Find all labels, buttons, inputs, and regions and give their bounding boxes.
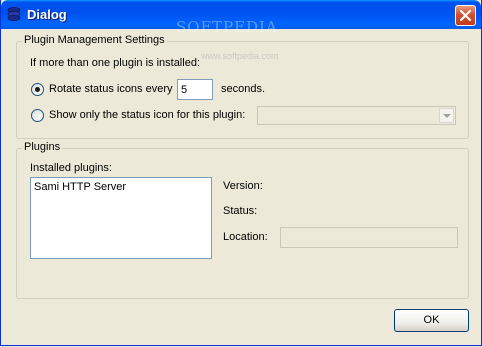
close-icon (459, 9, 472, 22)
chevron-down-icon (443, 114, 451, 118)
plugins-legend: Plugins (22, 141, 63, 153)
version-label: Version: (223, 180, 263, 192)
radio-selected-dot (35, 87, 40, 92)
rotate-label[interactable]: Rotate status icons every (49, 83, 173, 95)
location-field[interactable] (280, 227, 458, 248)
app-icon (7, 7, 21, 21)
list-item[interactable]: Sami HTTP Server (34, 181, 126, 193)
installed-plugins-list[interactable]: Sami HTTP Server (30, 177, 212, 259)
plugin-select[interactable] (257, 106, 456, 125)
intro-label: If more than one plugin is installed: (30, 57, 200, 69)
window-title: Dialog (27, 7, 67, 22)
plugin-select-dropdown-button[interactable] (439, 108, 454, 123)
show-only-label[interactable]: Show only the status icon for this plugi… (49, 109, 245, 121)
show-only-radio[interactable] (31, 109, 44, 122)
rotate-seconds-input[interactable] (177, 79, 213, 100)
rotate-radio[interactable] (31, 83, 44, 96)
dialog-window: Dialog SOFTPEDIA www.softpedia.com Plugi… (0, 0, 482, 346)
title-bar[interactable]: Dialog SOFTPEDIA (1, 0, 481, 36)
watermark: SOFTPEDIA (176, 18, 278, 36)
installed-plugins-label: Installed plugins: (30, 162, 112, 174)
ok-button[interactable]: OK (394, 309, 469, 332)
seconds-label: seconds. (221, 83, 266, 95)
close-button[interactable] (455, 5, 476, 26)
status-label: Status: (223, 205, 258, 217)
plugin-management-legend: Plugin Management Settings (22, 34, 167, 46)
location-label: Location: (223, 231, 268, 243)
